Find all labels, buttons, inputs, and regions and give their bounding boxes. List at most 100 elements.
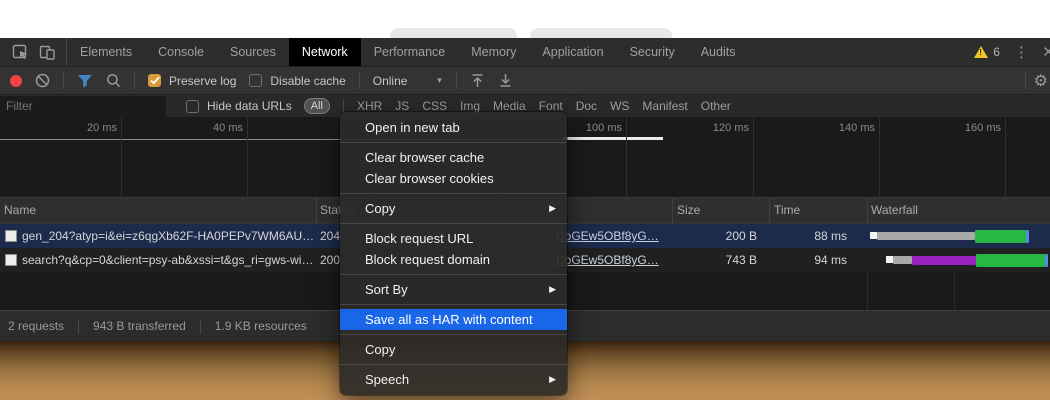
type-filter-ws[interactable]: WS [610, 99, 629, 113]
close-devtools-icon[interactable]: × [1043, 43, 1050, 62]
inspect-element-icon[interactable] [12, 44, 29, 61]
menu-item-block-request-url[interactable]: Block request URL [340, 228, 567, 249]
waterfall-segment-gray [877, 232, 975, 240]
menu-item-clear-browser-cookies[interactable]: Clear browser cookies [340, 168, 567, 189]
menu-item-save-all-as-har-with-content[interactable]: Save all as HAR with content [340, 309, 567, 330]
menu-separator [340, 364, 567, 365]
request-name[interactable]: gen_204?atyp=i&ei=z6qgXb62F-HA0PEPv7WM6A… [22, 224, 314, 248]
context-menu: Open in new tab Clear browser cacheClear … [340, 112, 567, 395]
document-icon [5, 254, 17, 266]
menu-item-block-request-domain[interactable]: Block request domain [340, 249, 567, 270]
tab-security[interactable]: Security [617, 38, 688, 66]
filter-funnel-icon[interactable] [77, 74, 93, 88]
waterfall-start-marker [886, 256, 893, 263]
column-header-name[interactable]: Name [4, 198, 36, 223]
type-filter-css[interactable]: CSS [422, 99, 447, 113]
waterfall-segment-purple [912, 256, 976, 265]
throttling-dropdown[interactable]: Online ▼ [373, 74, 444, 88]
type-filter-js[interactable]: JS [395, 99, 409, 113]
menu-separator [340, 334, 567, 335]
type-filter-other[interactable]: Other [701, 99, 731, 113]
tab-application[interactable]: Application [529, 38, 616, 66]
menu-item-copy[interactable]: Copy [340, 339, 567, 360]
filter-input[interactable] [0, 96, 166, 117]
waterfall-segment-gray [893, 256, 912, 264]
menu-item-copy[interactable]: Copy▶ [340, 198, 567, 219]
screenshot-root: ElementsConsoleSourcesNetworkPerformance… [0, 0, 1050, 400]
console-warning-badge[interactable]: ! 6 [974, 45, 1000, 59]
device-toolbar-icon[interactable] [39, 44, 56, 61]
chevron-down-icon: ▼ [435, 76, 443, 85]
waterfall-start-marker [870, 232, 877, 239]
tab-console[interactable]: Console [145, 38, 217, 66]
warning-count: 6 [993, 45, 1000, 59]
tab-sources[interactable]: Sources [217, 38, 289, 66]
tab-memory[interactable]: Memory [458, 38, 529, 66]
column-divider[interactable] [672, 198, 673, 224]
type-filter-xhr[interactable]: XHR [357, 99, 382, 113]
column-divider[interactable] [316, 198, 317, 224]
record-network-log-button[interactable] [10, 75, 22, 87]
type-filter-manifest[interactable]: Manifest [642, 99, 687, 113]
throttling-value: Online [373, 74, 408, 88]
column-header-waterfall[interactable]: Waterfall [871, 198, 918, 223]
hide-data-urls-label: Hide data URLs [207, 99, 292, 113]
warning-icon: ! [974, 46, 988, 58]
checkbox-unchecked-icon [249, 74, 262, 87]
waterfall-segment-blue [1045, 254, 1048, 267]
column-divider[interactable] [867, 198, 868, 224]
request-time: 88 ms [769, 224, 847, 248]
toolbar-divider [134, 72, 135, 89]
search-icon[interactable] [106, 73, 121, 88]
devtools-tabbar: ElementsConsoleSourcesNetworkPerformance… [0, 38, 1050, 66]
import-har-icon[interactable] [470, 73, 485, 88]
export-har-icon[interactable] [498, 73, 513, 88]
timeline-gridline [1005, 117, 1006, 197]
panel-tabs: ElementsConsoleSourcesNetworkPerformance… [67, 38, 748, 66]
waterfall-segment-green [976, 254, 1045, 267]
timeline-tick-label: 20 ms [31, 122, 117, 134]
submenu-arrow-icon: ▶ [549, 279, 556, 300]
request-name[interactable]: search?q&cp=0&client=psy-ab&xssi=t&gs_ri… [22, 248, 314, 272]
summary-item: 943 B transferred [93, 319, 186, 333]
type-filter-doc[interactable]: Doc [576, 99, 597, 113]
menu-item-clear-browser-cache[interactable]: Clear browser cache [340, 147, 567, 168]
type-filter-font[interactable]: Font [539, 99, 563, 113]
timeline-gridline [247, 117, 248, 197]
waterfall-segment-blue [1026, 230, 1029, 243]
settings-gear-icon[interactable]: ⚙ [1034, 71, 1048, 91]
tab-elements[interactable]: Elements [67, 38, 145, 66]
column-header-size[interactable]: Size [677, 198, 700, 223]
more-options-icon[interactable]: ⋮ [1014, 45, 1029, 60]
clear-network-log-icon[interactable] [35, 73, 50, 88]
menu-item-sort-by[interactable]: Sort By▶ [340, 279, 567, 300]
menu-separator [340, 304, 567, 305]
tab-performance[interactable]: Performance [361, 38, 459, 66]
toolbar-divider [63, 72, 64, 89]
menu-item-open-in-new-tab[interactable]: Open in new tab [340, 117, 567, 138]
summary-divider [78, 319, 79, 334]
browser-tab-placeholder[interactable] [390, 28, 517, 38]
browser-tab-placeholder[interactable] [530, 28, 672, 38]
column-divider[interactable] [769, 198, 770, 224]
preserve-log-checkbox[interactable]: Preserve log [148, 74, 236, 88]
type-filter-media[interactable]: Media [493, 99, 526, 113]
toolbar-divider [359, 72, 360, 89]
network-toolbar: Preserve log Disable cache Online ▼ [0, 66, 1050, 94]
request-initiator-link[interactable]: DoGEw5OBf8yG… [556, 224, 659, 248]
tab-audits[interactable]: Audits [688, 38, 749, 66]
menu-item-speech[interactable]: Speech▶ [340, 369, 567, 390]
disable-cache-checkbox[interactable]: Disable cache [249, 74, 345, 88]
column-header-time[interactable]: Time [774, 198, 800, 223]
request-time: 94 ms [769, 248, 847, 272]
overview-activity-bar [563, 137, 663, 140]
hide-data-urls-checkbox[interactable]: Hide data URLs [186, 99, 292, 113]
type-filter-all[interactable]: All [304, 98, 330, 114]
tab-network[interactable]: Network [289, 38, 361, 66]
browser-tab-strip [0, 0, 1050, 38]
timeline-gridline [626, 117, 627, 197]
summary-divider [200, 319, 201, 334]
menu-separator [340, 193, 567, 194]
type-filter-img[interactable]: Img [460, 99, 480, 113]
request-initiator-link[interactable]: DoGEw5OBf8yG… [556, 248, 659, 272]
